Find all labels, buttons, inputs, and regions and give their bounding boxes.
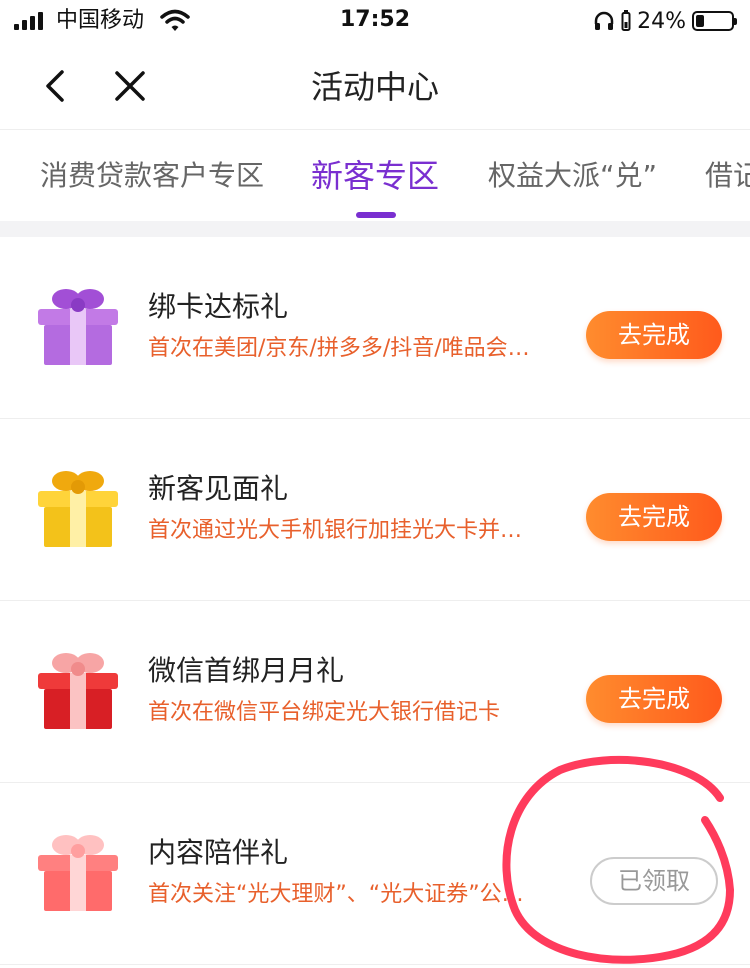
nav-bar: 活动中心 (0, 44, 750, 130)
gift-box-icon (38, 653, 118, 729)
task-description: 首次关注“光大理财”、“光大证券”公众号 (148, 882, 538, 907)
status-bar: 中国移动 17:52 24% (0, 0, 750, 44)
tab-new-customer[interactable]: 新客专区 (311, 131, 439, 221)
tab-consumer-loan[interactable]: 消费贷款客户专区 (40, 131, 264, 221)
task-description: 首次通过光大手机银行加挂光大卡并激活 (148, 518, 538, 543)
category-tabs: 消费贷款客户专区 新客专区 权益大派“兑” 借记 (0, 131, 750, 221)
headphones-icon (594, 11, 614, 30)
claimed-button[interactable]: 已领取 (590, 857, 718, 905)
tab-rewards-exchange[interactable]: 权益大派“兑” (488, 131, 657, 221)
task-title: 新客见面礼 (148, 472, 289, 505)
task-description: 首次在美团/京东/拼多多/抖音/唯品会绑卡 (148, 336, 538, 361)
battery-icon (692, 11, 737, 31)
tab-debit[interactable]: 借记 (705, 131, 750, 221)
gift-box-icon (38, 471, 118, 547)
task-title: 绑卡达标礼 (148, 290, 289, 323)
battery-saver-icon (621, 10, 631, 31)
complete-button[interactable]: 去完成 (586, 675, 722, 723)
page-title: 活动中心 (310, 68, 439, 106)
list-item: 内容陪伴礼 首次关注“光大理财”、“光大证券”公众号 已领取 (0, 783, 750, 965)
list-item: 绑卡达标礼 首次在美团/京东/拼多多/抖音/唯品会绑卡 去完成 (0, 237, 750, 419)
complete-button[interactable]: 去完成 (586, 311, 722, 359)
list-item: 微信首绑月月礼 首次在微信平台绑定光大银行借记卡 去完成 (0, 601, 750, 783)
section-divider (0, 221, 750, 237)
complete-button[interactable]: 去完成 (586, 493, 722, 541)
gift-box-icon (38, 289, 118, 365)
task-title: 微信首绑月月礼 (148, 654, 345, 687)
battery-percent: 24% (637, 8, 686, 34)
gift-box-icon (38, 835, 118, 911)
active-tab-indicator (356, 212, 396, 218)
task-title: 内容陪伴礼 (148, 836, 289, 869)
task-list: 绑卡达标礼 首次在美团/京东/拼多多/抖音/唯品会绑卡 去完成 新客见面礼 首次… (0, 237, 750, 965)
task-description: 首次在微信平台绑定光大银行借记卡 (148, 700, 501, 725)
list-item: 新客见面礼 首次通过光大手机银行加挂光大卡并激活 去完成 (0, 419, 750, 601)
